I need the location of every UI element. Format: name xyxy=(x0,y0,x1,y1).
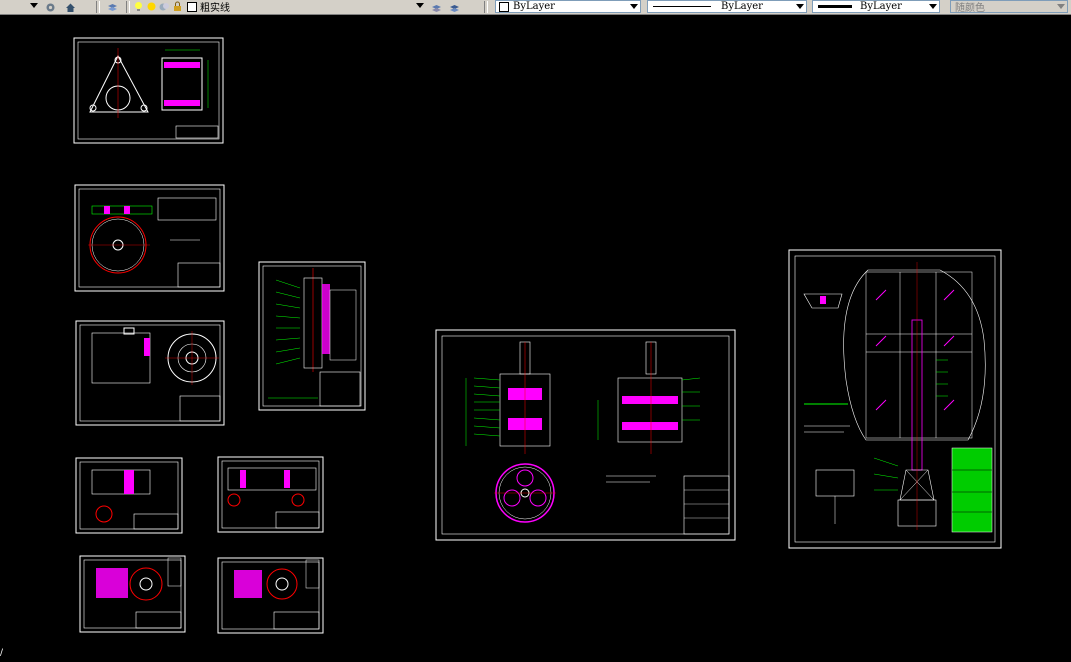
crosshair-cursor-icon: ∕ xyxy=(0,648,4,658)
lightbulb-icon[interactable] xyxy=(133,1,144,12)
color-swatch-icon[interactable] xyxy=(159,1,170,12)
chevron-down-icon[interactable] xyxy=(416,3,424,8)
sun-icon[interactable] xyxy=(146,1,157,12)
model-space-canvas[interactable] xyxy=(0,15,1071,662)
workspace-dropdown[interactable] xyxy=(0,0,40,13)
drawing-sheet-small-shaft-a[interactable] xyxy=(75,457,183,534)
layer-control-dropdown[interactable]: 粗实线 xyxy=(132,0,426,14)
drawing-sheet-gear-ring[interactable] xyxy=(74,184,225,292)
color-control-value: ByLayer xyxy=(513,1,555,12)
plotstyle-control-value: 随颜色 xyxy=(955,3,985,14)
gear-icon[interactable] xyxy=(45,2,56,13)
color-swatch xyxy=(499,1,509,12)
drawing-sheet-planetary-gearbox-assembly[interactable] xyxy=(435,329,736,541)
linetype-control-dropdown[interactable]: ByLayer xyxy=(647,0,807,13)
lineweight-preview xyxy=(818,5,852,8)
chevron-down-icon[interactable] xyxy=(929,4,937,9)
color-control-dropdown[interactable]: ByLayer xyxy=(495,0,641,13)
drawing-sheet-flange-plate[interactable] xyxy=(73,37,224,144)
linetype-control-value: ByLayer xyxy=(721,1,763,12)
lineweight-control-dropdown[interactable]: ByLayer xyxy=(812,0,940,13)
chevron-down-icon[interactable] xyxy=(796,4,804,9)
lineweight-control-value: ByLayer xyxy=(860,1,902,12)
plotstyle-control-dropdown: 随颜色 xyxy=(950,0,1068,14)
home-icon[interactable] xyxy=(65,2,76,13)
linetype-preview xyxy=(653,6,711,7)
drawing-sheet-tower-crane-general-arrangement[interactable] xyxy=(788,249,1002,549)
drawing-sheet-small-shaft-b[interactable] xyxy=(217,456,324,533)
drawing-sheet-bearing-seat-a[interactable] xyxy=(79,555,186,633)
chevron-down-icon[interactable] xyxy=(630,4,638,9)
layers-icon[interactable] xyxy=(107,2,118,13)
layer-color-box xyxy=(187,1,197,12)
drawing-sheet-shaft-assembly-section[interactable] xyxy=(258,261,366,411)
drawing-sheet-housing-section[interactable] xyxy=(75,320,225,426)
current-layer-name: 粗实线 xyxy=(200,3,230,14)
properties-toolbar: 粗实线 ByLayer ByLayer ByLayer 随颜色 xyxy=(0,0,1071,15)
make-object-layer-current-icon[interactable] xyxy=(431,2,442,13)
drawing-sheet-bearing-seat-b[interactable] xyxy=(217,557,324,634)
layer-previous-icon[interactable] xyxy=(449,2,460,13)
lock-icon[interactable] xyxy=(172,1,183,12)
